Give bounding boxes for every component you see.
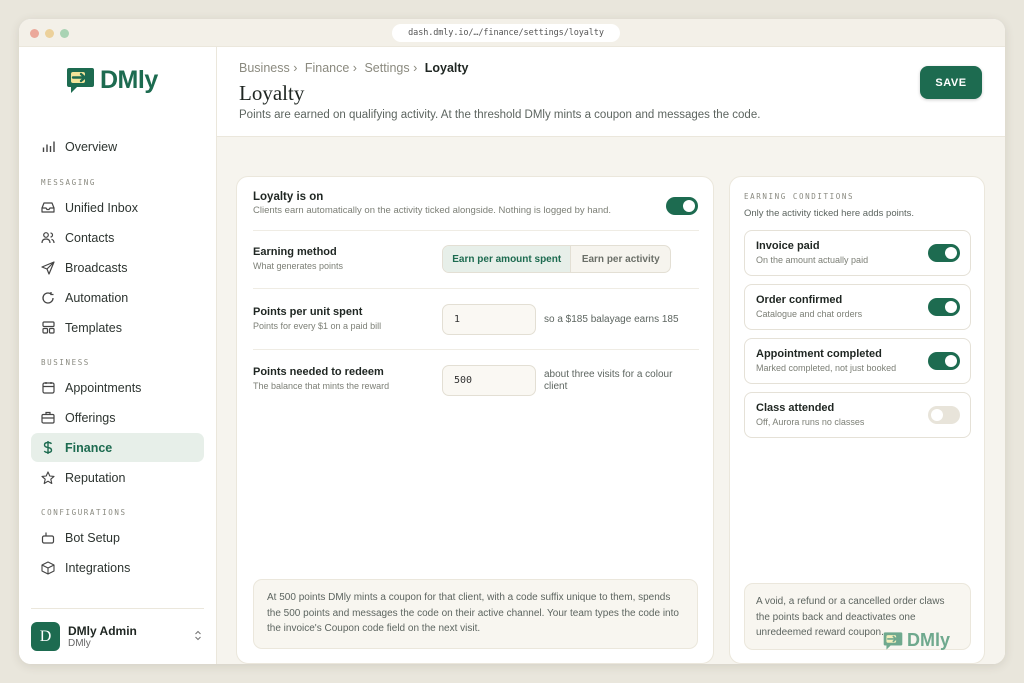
divider <box>253 230 699 231</box>
points-hint: so a $185 balayage earns 185 <box>544 314 679 325</box>
sidebar-item-label: Finance <box>65 440 113 455</box>
breadcrumb: Business › Finance › Settings › Loyalty <box>239 61 469 75</box>
conditions-subtitle: Only the activity ticked here adds point… <box>744 208 915 219</box>
briefcase-icon <box>41 411 55 425</box>
sidebar-item-label: Integrations <box>65 560 131 575</box>
cube-icon <box>41 560 55 575</box>
section-label-configurations: CONFIGURATIONS <box>41 508 127 517</box>
save-button[interactable]: SAVE <box>920 66 982 99</box>
class-attended-toggle[interactable] <box>928 406 960 424</box>
sidebar-item-label: Bot Setup <box>65 530 120 545</box>
order-confirmed-toggle[interactable] <box>928 298 960 316</box>
logo-icon <box>67 67 94 93</box>
points-per-unit-input[interactable]: 1 <box>442 304 536 335</box>
star-icon <box>41 470 55 485</box>
watermark-text: DMly <box>907 630 951 650</box>
sidebar-item-overview[interactable]: Overview <box>31 132 204 161</box>
send-icon <box>41 260 55 275</box>
loyalty-toggle[interactable] <box>666 197 698 215</box>
condition-class-attended: Class attended Off, Aurora runs no class… <box>744 392 971 438</box>
sidebar-item-label: Overview <box>65 139 118 154</box>
condition-order-confirmed: Order confirmed Catalogue and chat order… <box>744 284 971 330</box>
address-bar[interactable]: dash.dmly.io/…/finance/settings/loyalty <box>392 24 620 42</box>
crumb-current: Loyalty <box>424 61 469 75</box>
loyalty-card: Loyalty is on Clients earn automatically… <box>236 176 714 664</box>
loyalty-title: Loyalty is on <box>253 191 324 203</box>
option-per-activity[interactable]: Earn per activity <box>571 246 670 272</box>
sidebar-item-templates[interactable]: Templates <box>31 313 204 342</box>
brand-watermark: DMly <box>882 630 950 651</box>
template-icon <box>41 321 55 335</box>
invoice-paid-toggle[interactable] <box>928 244 960 262</box>
bar-chart-icon <box>41 140 55 154</box>
sidebar-item-finance[interactable]: Finance <box>31 433 204 462</box>
points-subtitle: Points for every $1 on a paid bill <box>253 321 382 331</box>
user-name: DMly Admin <box>68 624 137 638</box>
earning-conditions-card: EARNING CONDITIONS Only the activity tic… <box>729 176 985 664</box>
main-content: Business › Finance › Settings › Loyalty … <box>217 47 1005 664</box>
method-subtitle: What generates points <box>253 261 344 271</box>
sidebar-item-label: Unified Inbox <box>65 200 138 215</box>
sidebar-item-contacts[interactable]: Contacts <box>31 223 204 252</box>
appointment-completed-toggle[interactable] <box>928 352 960 370</box>
page-header: Business › Finance › Settings › Loyalty … <box>217 47 1005 137</box>
chevron-updown-icon <box>194 628 202 646</box>
loyalty-subtitle: Clients earn automatically on the activi… <box>253 205 612 216</box>
sidebar-item-label: Automation <box>65 290 129 305</box>
divider <box>253 288 699 289</box>
sidebar-item-appointments[interactable]: Appointments <box>31 373 204 402</box>
sidebar-item-integrations[interactable]: Integrations <box>31 553 204 582</box>
calendar-icon <box>41 381 55 395</box>
sidebar-item-label: Templates <box>65 320 122 335</box>
method-title: Earning method <box>253 246 337 258</box>
maximize-dot[interactable] <box>60 29 69 38</box>
inbox-icon <box>41 201 55 215</box>
users-icon <box>41 231 55 245</box>
brand-name: DMly <box>100 65 158 94</box>
dollar-icon <box>41 441 55 455</box>
condition-appointment-completed: Appointment completed Marked completed, … <box>744 338 971 384</box>
sidebar-item-offerings[interactable]: Offerings <box>31 403 204 432</box>
avatar: D <box>31 622 60 651</box>
option-per-amount[interactable]: Earn per amount spent <box>443 246 572 272</box>
sidebar-item-broadcasts[interactable]: Broadcasts <box>31 253 204 282</box>
browser-titlebar: dash.dmly.io/…/finance/settings/loyalty <box>19 19 1005 47</box>
minimize-dot[interactable] <box>45 29 54 38</box>
redeem-threshold-input[interactable]: 500 <box>442 365 536 396</box>
sidebar-item-bot-setup[interactable]: Bot Setup <box>31 523 204 552</box>
section-label-messaging: MESSAGING <box>41 178 97 187</box>
user-org: DMly <box>68 638 91 649</box>
sidebar-item-reputation[interactable]: Reputation <box>31 463 204 492</box>
page-title: Loyalty <box>239 81 305 105</box>
condition-invoice-paid: Invoice paid On the amount actually paid <box>744 230 971 276</box>
sidebar-item-label: Broadcasts <box>65 260 128 275</box>
redeem-hint: about three visits for a colour client <box>544 369 673 392</box>
divider <box>253 349 699 350</box>
crumb-business[interactable]: Business › <box>239 61 297 75</box>
sidebar-item-label: Offerings <box>65 410 116 425</box>
crumb-settings[interactable]: Settings › <box>364 61 417 75</box>
refresh-icon <box>41 291 55 305</box>
sidebar-item-automation[interactable]: Automation <box>31 283 204 312</box>
loyalty-info-note: At 500 points DMly mints a coupon for th… <box>253 579 698 649</box>
points-title: Points per unit spent <box>253 306 363 318</box>
brand-logo[interactable]: DMly <box>65 65 158 95</box>
section-label-business: BUSINESS <box>41 358 90 367</box>
bot-icon <box>41 531 55 545</box>
redeem-title: Points needed to redeem <box>253 366 384 378</box>
sidebar-item-label: Reputation <box>65 470 126 485</box>
user-menu[interactable]: D DMly Admin DMly <box>31 608 204 651</box>
conditions-label: EARNING CONDITIONS <box>744 192 855 201</box>
sidebar-item-unified-inbox[interactable]: Unified Inbox <box>31 193 204 222</box>
earning-method-segmented: Earn per amount spent Earn per activity <box>442 245 671 273</box>
sidebar-item-label: Contacts <box>65 230 115 245</box>
redeem-subtitle: The balance that mints the reward <box>253 381 390 391</box>
logo-icon <box>883 631 903 650</box>
sidebar: DMly Overview MESSAGING Unified Inbox Co… <box>19 47 217 664</box>
sidebar-item-label: Appointments <box>65 380 142 395</box>
app-window: dash.dmly.io/…/finance/settings/loyalty … <box>19 19 1005 664</box>
page-subtitle: Points are earned on qualifying activity… <box>239 109 761 121</box>
close-dot[interactable] <box>30 29 39 38</box>
crumb-finance[interactable]: Finance › <box>305 61 357 75</box>
